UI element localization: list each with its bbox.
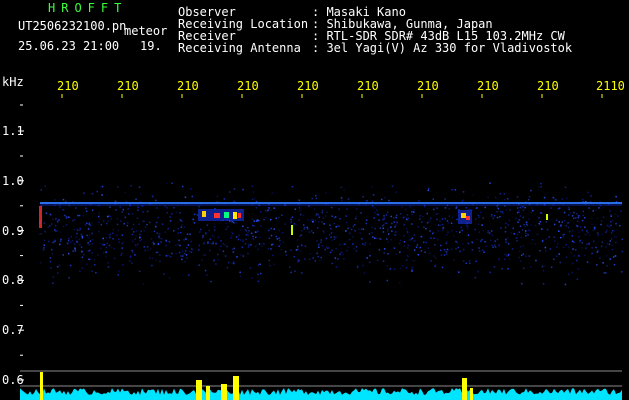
spectrogram xyxy=(18,94,624,400)
x-tick-label: 210 xyxy=(537,79,559,93)
x-tick-label: 210 xyxy=(477,79,499,93)
meteor-echo-3 xyxy=(458,210,472,224)
x-tick-label: 2110 xyxy=(596,79,625,93)
x-tick-label: 210 xyxy=(357,79,379,93)
x-tick-label: 210 xyxy=(117,79,139,93)
file-name: UT2506232100.pn xyxy=(18,19,127,33)
y-axis-tick-marks xyxy=(18,104,24,381)
y-tick-label: 0.7 xyxy=(2,323,24,337)
x-tick-label: 210 xyxy=(297,79,319,93)
label-antenna: Receiving Antenna xyxy=(178,41,301,55)
echo-count: 19. xyxy=(140,39,162,53)
x-tick-label: 210 xyxy=(237,79,259,93)
timestamp: 25.06.23 21:00 xyxy=(18,39,120,53)
meteor-echo-2 xyxy=(198,209,244,221)
y-axis-unit: kHz xyxy=(2,75,24,89)
x-tick-label: 210 xyxy=(417,79,439,93)
y-tick-label: 0.9 xyxy=(2,224,24,238)
hrofft-screen: HROFFT UT2506232100.pn meteor 25.06.23 2… xyxy=(0,0,629,400)
x-tick-label: 210 xyxy=(57,79,79,93)
noise-band xyxy=(39,182,624,286)
y-tick-label: 1.0 xyxy=(2,174,24,188)
signal-level-meter xyxy=(20,388,622,400)
mode-label: meteor xyxy=(124,24,168,38)
meteor-echo-1 xyxy=(39,206,42,228)
brand-logo: HROFFT xyxy=(48,1,128,15)
y-tick-label: 0.6 xyxy=(2,373,24,387)
value-antenna: : 3el Yagi(V) Az 330 for Vladivostok xyxy=(312,41,573,55)
x-tick-label: 210 xyxy=(177,79,199,93)
y-tick-label: 1.1 xyxy=(2,124,24,138)
x-axis-tick-marks xyxy=(61,94,603,98)
y-tick-label: 0.8 xyxy=(2,273,24,287)
